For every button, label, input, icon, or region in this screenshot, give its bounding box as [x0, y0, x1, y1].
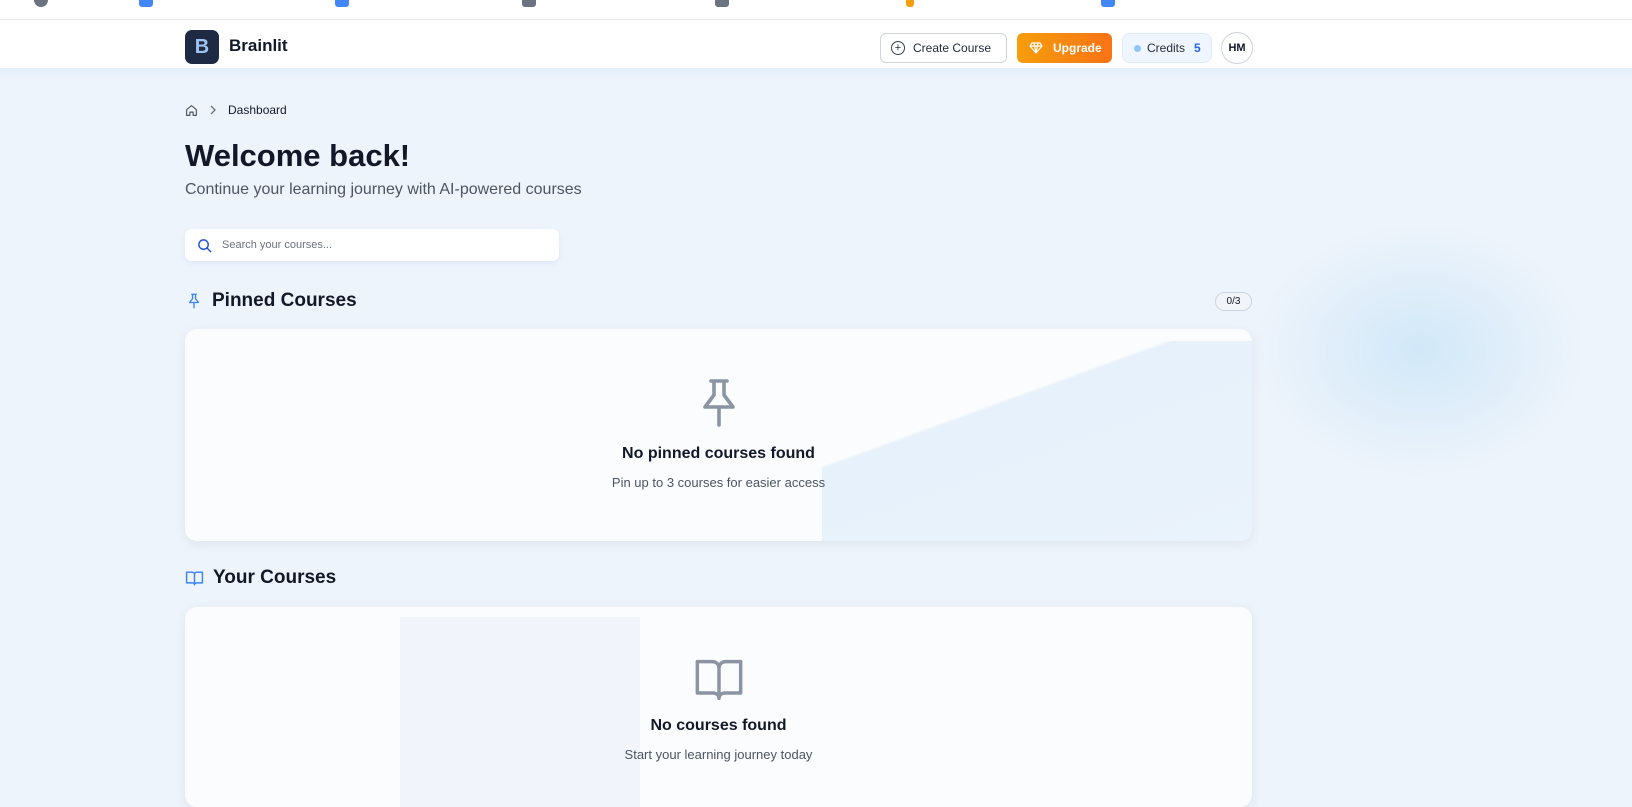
- bookmark-favicon[interactable]: [522, 0, 536, 7]
- upgrade-button[interactable]: Upgrade: [1017, 33, 1112, 63]
- card-decoration: [400, 617, 640, 807]
- your-courses-empty-card: No courses found Start your learning jou…: [185, 607, 1252, 807]
- breadcrumb-current: Dashboard: [228, 103, 287, 117]
- navbar-divider: [0, 68, 1632, 76]
- page-title: Welcome back!: [185, 138, 411, 173]
- pinned-courses-heading: Pinned Courses: [185, 290, 357, 312]
- bookmark-favicon[interactable]: [715, 0, 729, 7]
- credits-status-dot: [1134, 44, 1141, 52]
- card-decoration: [822, 341, 1252, 541]
- brand-logo[interactable]: B: [185, 30, 219, 64]
- bookmarks-bar: [0, 0, 1632, 20]
- chevron-right-icon: [210, 105, 216, 115]
- diamond-icon: [1029, 42, 1043, 54]
- brand-name[interactable]: Brainlit: [229, 36, 288, 56]
- pinned-count-badge: 0/3: [1215, 292, 1252, 311]
- create-course-button[interactable]: + Create Course: [880, 33, 1007, 63]
- bookmark-favicon[interactable]: [335, 0, 349, 7]
- bookmark-favicon[interactable]: [139, 0, 153, 7]
- book-open-icon: [185, 570, 204, 586]
- user-avatar[interactable]: HM: [1221, 32, 1253, 64]
- pinned-empty-title: No pinned courses found: [622, 445, 815, 462]
- logo-letter: B: [194, 35, 210, 58]
- bookmark-favicon[interactable]: [906, 0, 914, 7]
- home-icon[interactable]: [185, 104, 198, 117]
- background-glow: [1250, 220, 1590, 480]
- courses-empty-desc: Start your learning journey today: [624, 747, 813, 762]
- book-open-icon: [695, 659, 742, 701]
- pin-icon: [188, 293, 200, 309]
- credits-count: 5: [1194, 41, 1201, 55]
- upgrade-label: Upgrade: [1053, 41, 1102, 55]
- pinned-empty-desc: Pin up to 3 courses for easier access: [611, 475, 826, 490]
- plus-circle-icon: +: [891, 41, 905, 55]
- page-subtitle: Continue your learning journey with AI-p…: [185, 181, 582, 198]
- credits-button[interactable]: Credits 5: [1122, 33, 1212, 63]
- your-courses-title: Your Courses: [213, 567, 337, 588]
- courses-empty-title: No courses found: [650, 717, 787, 734]
- pinned-courses-title: Pinned Courses: [212, 290, 357, 311]
- bookmark-favicon[interactable]: [34, 0, 48, 7]
- pinned-courses-empty-card: No pinned courses found Pin up to 3 cour…: [185, 329, 1252, 541]
- credits-label: Credits: [1147, 41, 1186, 55]
- search-icon: [198, 238, 212, 252]
- breadcrumb: Dashboard: [185, 103, 287, 117]
- search-box[interactable]: [185, 229, 559, 261]
- your-courses-heading: Your Courses: [185, 567, 336, 589]
- pin-icon: [702, 379, 735, 427]
- create-course-label: Create Course: [913, 41, 992, 55]
- bookmark-favicon[interactable]: [1101, 0, 1115, 7]
- search-input[interactable]: [222, 239, 522, 251]
